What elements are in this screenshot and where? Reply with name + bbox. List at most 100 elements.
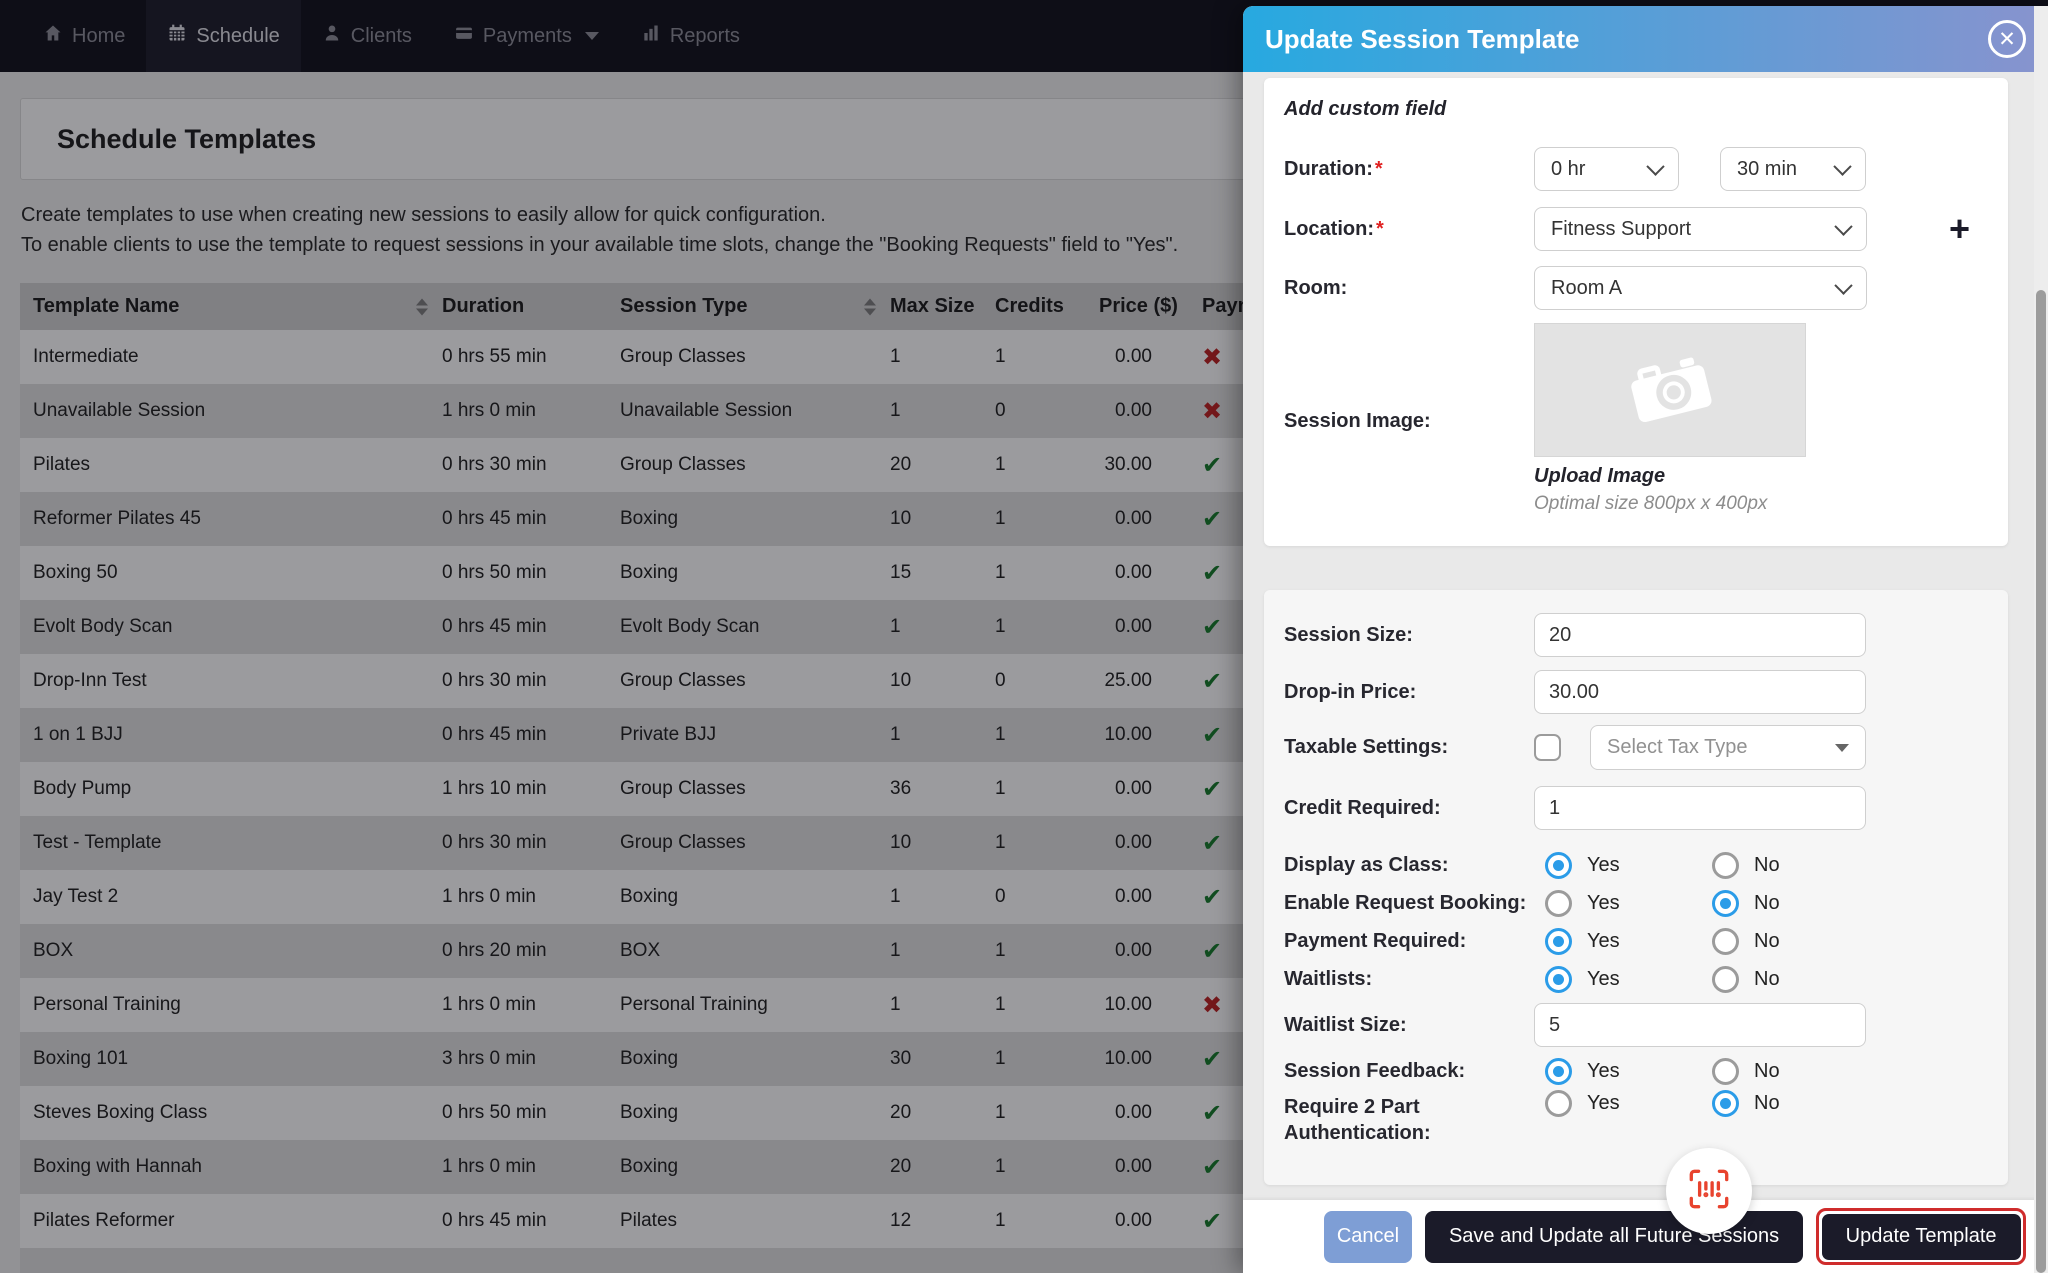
radio-yes[interactable]: Yes — [1545, 890, 1712, 917]
field-label: Require 2 Part Authentication: — [1284, 1090, 1524, 1146]
field-label: Taxable Settings: — [1284, 736, 1534, 759]
modal-footer: Cancel Save and Update all Future Sessio… — [1243, 1200, 2048, 1273]
radio-icon — [1545, 890, 1572, 917]
field-label: Display as Class: — [1284, 854, 1545, 877]
radio-no[interactable]: No — [1712, 890, 1988, 917]
update-template-highlight: Update Template — [1816, 1208, 2026, 1265]
field-label: Waitlists: — [1284, 968, 1545, 991]
camera-icon — [1627, 357, 1713, 424]
session-size-input[interactable] — [1534, 613, 1866, 657]
radio-icon — [1545, 928, 1572, 955]
radio-icon — [1712, 966, 1739, 993]
radio-no[interactable]: No — [1712, 1090, 1988, 1117]
radio-icon — [1712, 1090, 1739, 1117]
scrollbar-thumb[interactable] — [2036, 290, 2046, 1273]
radio-no-label: No — [1754, 968, 1780, 991]
room-select[interactable]: Room A — [1534, 266, 1867, 310]
radio-no[interactable]: No — [1712, 966, 1988, 993]
credit-required-input[interactable] — [1534, 786, 1866, 830]
radio-row: Require 2 Part Authentication: Yes No — [1284, 1090, 1988, 1166]
add-location-button[interactable]: + — [1949, 211, 1970, 247]
optimal-size-note: Optimal size 800px x 400px — [1534, 493, 1986, 515]
add-custom-field-link[interactable]: Add custom field — [1284, 98, 1986, 121]
required-asterisk: * — [1376, 218, 1384, 240]
field-label: Drop-in Price: — [1284, 681, 1534, 704]
field-label: Credit Required: — [1284, 797, 1534, 820]
radio-no[interactable]: No — [1712, 928, 1988, 955]
radio-no[interactable]: No — [1712, 1058, 1988, 1085]
save-all-future-sessions-button[interactable]: Save and Update all Future Sessions — [1425, 1211, 1803, 1263]
field-label: Payment Required: — [1284, 930, 1545, 953]
radio-yes-label: Yes — [1587, 854, 1620, 877]
radio-group: Display as Class:YesNoEnable Request Boo… — [1284, 846, 1988, 998]
scrollbar — [2034, 6, 2048, 1273]
taxable-settings-field: Taxable Settings: Select Tax Type — [1284, 725, 1988, 770]
upload-image-link[interactable]: Upload Image — [1534, 465, 1986, 488]
radio-yes-label: Yes — [1587, 930, 1620, 953]
radio-row: Payment Required: Yes No — [1284, 922, 1988, 960]
radio-yes[interactable]: Yes — [1545, 928, 1712, 955]
radio-yes[interactable]: Yes — [1545, 966, 1712, 993]
session-image-placeholder[interactable] — [1534, 323, 1806, 457]
location-field: Location:* Fitness Support + — [1284, 207, 1986, 251]
room-field: Room: Room A — [1284, 266, 1986, 310]
chevron-down-icon — [1834, 276, 1852, 294]
tax-type-select[interactable]: Select Tax Type — [1590, 725, 1866, 770]
radio-icon — [1545, 1090, 1572, 1117]
radio-yes-label: Yes — [1587, 1092, 1620, 1115]
taxable-checkbox[interactable] — [1534, 734, 1561, 761]
duration-hours-select[interactable]: 0 hr — [1534, 147, 1679, 191]
radio-row: Display as Class: Yes No — [1284, 846, 1988, 884]
session-image-field: Session Image: Upload Image Optimal size… — [1284, 323, 1986, 515]
barcode-scan-button[interactable] — [1666, 1148, 1752, 1234]
duration-minutes-select[interactable]: 30 min — [1720, 147, 1866, 191]
waitlist-size-input[interactable] — [1534, 1003, 1866, 1047]
location-select[interactable]: Fitness Support — [1534, 207, 1867, 251]
drop-in-price-input[interactable] — [1534, 670, 1866, 714]
chevron-down-icon — [1833, 157, 1851, 175]
radio-row: Enable Request Booking: Yes No — [1284, 884, 1988, 922]
radio-no-label: No — [1754, 1092, 1780, 1115]
cancel-button[interactable]: Cancel — [1324, 1211, 1412, 1263]
update-session-template-modal: Update Session Template ✕ Add custom fie… — [1243, 6, 2048, 1273]
modal-title: Update Session Template — [1265, 24, 1988, 55]
radio-no-label: No — [1754, 892, 1780, 915]
field-label: Location:* — [1284, 218, 1534, 241]
update-template-button[interactable]: Update Template — [1822, 1214, 2021, 1260]
radio-icon — [1545, 1058, 1572, 1085]
field-label: Duration:* — [1284, 158, 1534, 181]
session-details-card: Add custom field Duration:* 0 hr 30 min … — [1264, 78, 2008, 546]
radio-row: Session Feedback: Yes No — [1284, 1052, 1988, 1090]
radio-yes-label: Yes — [1587, 1060, 1620, 1083]
radio-icon — [1712, 1058, 1739, 1085]
field-label: Session Image: — [1284, 406, 1534, 433]
radio-yes-label: Yes — [1587, 968, 1620, 991]
field-label: Waitlist Size: — [1284, 1014, 1534, 1037]
radio-no-label: No — [1754, 930, 1780, 953]
radio-group: Session Feedback:YesNoRequire 2 Part Aut… — [1284, 1052, 1988, 1166]
field-label: Enable Request Booking: — [1284, 892, 1545, 915]
radio-yes[interactable]: Yes — [1545, 1058, 1712, 1085]
barcode-scan-icon — [1684, 1164, 1734, 1219]
radio-yes[interactable]: Yes — [1545, 1090, 1712, 1117]
duration-field: Duration:* 0 hr 30 min — [1284, 147, 1986, 191]
radio-icon — [1545, 966, 1572, 993]
modal-header: Update Session Template ✕ — [1243, 6, 2048, 72]
radio-icon — [1712, 890, 1739, 917]
radio-yes-label: Yes — [1587, 892, 1620, 915]
field-label: Room: — [1284, 277, 1534, 300]
drop-in-price-field: Drop-in Price: — [1284, 670, 1988, 714]
radio-yes[interactable]: Yes — [1545, 852, 1712, 879]
radio-icon — [1712, 928, 1739, 955]
chevron-down-icon — [1646, 157, 1664, 175]
field-label: Session Feedback: — [1284, 1060, 1545, 1083]
waitlist-size-field: Waitlist Size: — [1284, 1003, 1988, 1047]
radio-icon — [1712, 852, 1739, 879]
radio-no-label: No — [1754, 1060, 1780, 1083]
radio-no[interactable]: No — [1712, 852, 1988, 879]
close-icon[interactable]: ✕ — [1988, 20, 2026, 58]
radio-icon — [1545, 852, 1572, 879]
chevron-down-icon — [1834, 217, 1852, 235]
field-label: Session Size: — [1284, 624, 1534, 647]
chevron-down-icon — [1835, 744, 1849, 752]
